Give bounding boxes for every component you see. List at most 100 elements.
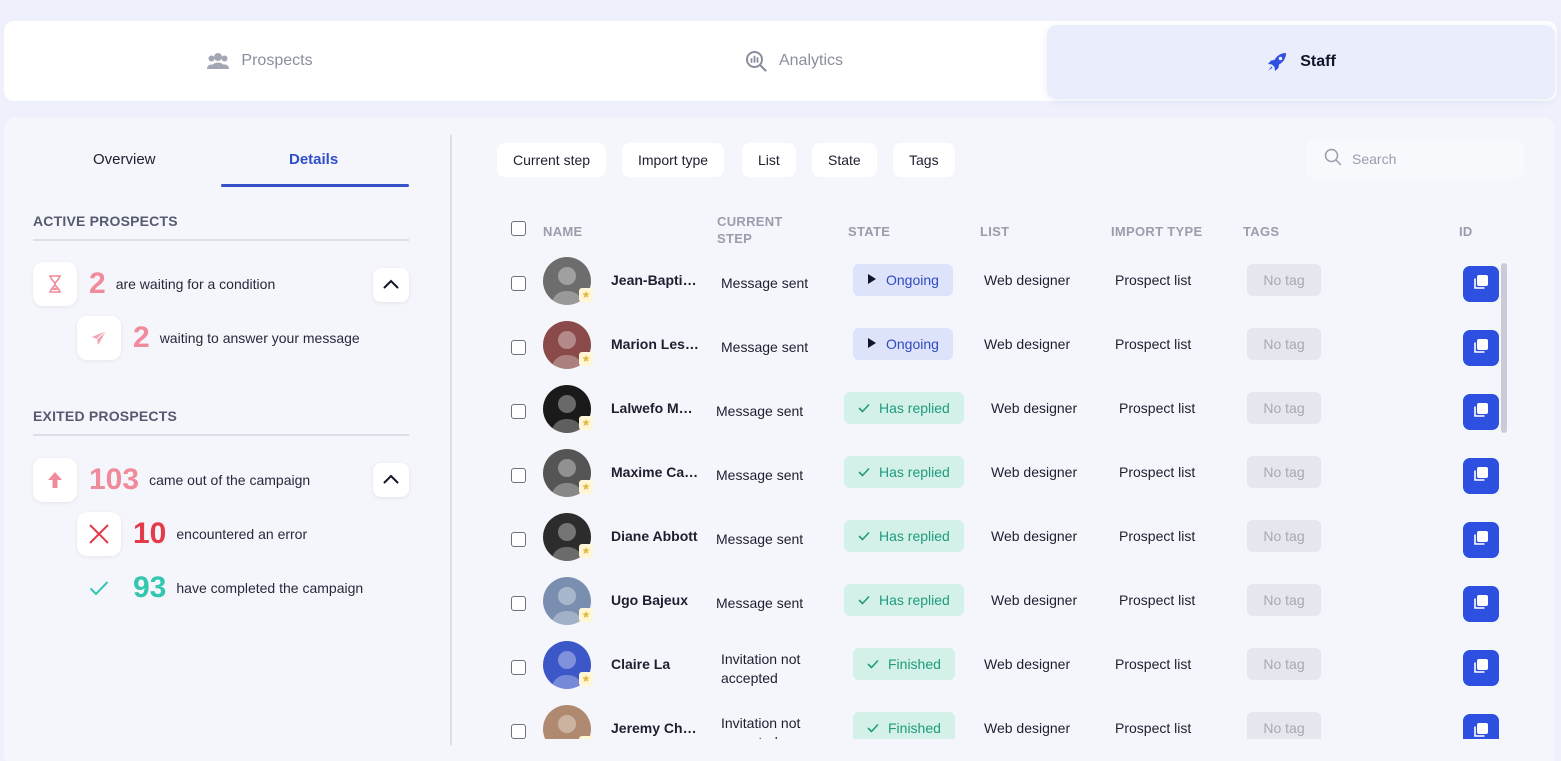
table-row[interactable]: ★ Lalwefo Mbeki Message sent Has replied… (500, 382, 1500, 446)
star-badge-icon: ★ (579, 544, 593, 558)
copy-icon (1473, 722, 1489, 740)
table-row[interactable]: ★ Jeremy Chevalier Invitation not accept… (500, 702, 1500, 739)
copy-icon (1473, 658, 1489, 679)
table-scrollbar-thumb[interactable] (1501, 263, 1507, 433)
play-icon (867, 272, 877, 288)
import-type: Prospect list (1115, 720, 1192, 736)
row-checkbox[interactable] (511, 660, 526, 675)
copy-id-button[interactable] (1463, 458, 1499, 494)
state-label: Has replied (879, 592, 950, 608)
state-label: Finished (888, 720, 941, 736)
check-icon (858, 400, 870, 416)
copy-id-button[interactable] (1463, 522, 1499, 558)
table-row[interactable]: ★ Diane Abbott Message sent Has replied … (500, 510, 1500, 574)
avatar (543, 705, 591, 739)
users-icon (207, 52, 230, 70)
list-name: Web designer (984, 720, 1071, 736)
list-name: Web designer (984, 336, 1071, 352)
state-label: Finished (888, 656, 941, 672)
table-body: ★ Jean-Baptiste Message sent Ongoing Web… (4, 117, 1555, 739)
import-type: Prospect list (1115, 656, 1192, 672)
rocket-icon (1266, 51, 1288, 73)
main-panel: Overview Details ACTIVE PROSPECTS 2 are … (4, 117, 1555, 761)
state-badge: Has replied (844, 456, 964, 488)
star-badge-icon: ★ (579, 288, 593, 302)
copy-id-button[interactable] (1463, 330, 1499, 366)
row-checkbox[interactable] (511, 404, 526, 419)
star-badge-icon: ★ (579, 480, 593, 494)
tab-prospects[interactable]: Prospects (4, 21, 516, 101)
star-badge-icon: ★ (579, 672, 593, 686)
copy-id-button[interactable] (1463, 266, 1499, 302)
tag-badge: No tag (1247, 520, 1321, 552)
row-checkbox[interactable] (511, 724, 526, 739)
prospect-name[interactable]: Claire La (611, 656, 701, 672)
tab-analytics-label: Analytics (778, 52, 844, 69)
tag-badge: No tag (1247, 712, 1321, 739)
tag-badge: No tag (1247, 648, 1321, 680)
tag-badge: No tag (1247, 584, 1321, 616)
star-badge-icon: ★ (579, 608, 593, 622)
state-label: Ongoing (886, 272, 939, 288)
list-name: Web designer (991, 592, 1078, 608)
table-row[interactable]: ★ Marion Lesage Message sent Ongoing Web… (500, 318, 1500, 382)
table-row[interactable]: ★ Maxime Caron Message sent Has replied … (500, 446, 1500, 510)
table-row[interactable]: ★ Jean-Baptiste Message sent Ongoing Web… (500, 254, 1500, 318)
copy-id-button[interactable] (1463, 650, 1499, 686)
copy-icon (1473, 530, 1489, 551)
copy-icon (1473, 594, 1489, 615)
tab-staff[interactable]: Staff (1047, 25, 1555, 99)
prospect-name[interactable]: Jean-Baptiste (611, 272, 701, 288)
check-icon (858, 528, 870, 544)
import-type: Prospect list (1119, 400, 1196, 416)
row-checkbox[interactable] (511, 468, 526, 483)
table-row[interactable]: ★ Claire La Invitation not accepted Fini… (500, 638, 1500, 702)
list-name: Web designer (991, 464, 1078, 480)
import-type: Prospect list (1115, 336, 1192, 352)
current-step: Message sent (721, 339, 809, 355)
state-badge: Finished (853, 712, 955, 739)
row-checkbox[interactable] (511, 340, 526, 355)
state-badge: Finished (853, 648, 955, 680)
prospect-name[interactable]: Jeremy Chevalier (611, 720, 701, 736)
copy-icon (1473, 466, 1489, 487)
copy-id-button[interactable] (1463, 714, 1499, 739)
check-icon (867, 720, 879, 736)
state-label: Has replied (879, 528, 950, 544)
tag-badge: No tag (1247, 456, 1321, 488)
tab-prospects-label: Prospects (241, 52, 313, 69)
star-badge-icon: ★ (579, 352, 593, 366)
prospect-name[interactable]: Ugo Bajeux (611, 592, 701, 608)
copy-id-button[interactable] (1463, 394, 1499, 430)
tab-staff-label: Staff (1300, 53, 1336, 70)
current-step: Message sent (716, 531, 804, 547)
import-type: Prospect list (1115, 272, 1192, 288)
import-type: Prospect list (1119, 464, 1196, 480)
state-label: Has replied (879, 464, 950, 480)
list-name: Web designer (991, 400, 1078, 416)
import-type: Prospect list (1119, 592, 1196, 608)
copy-icon (1473, 338, 1489, 359)
current-step: Message sent (716, 467, 804, 483)
check-icon (858, 592, 870, 608)
prospect-name[interactable]: Maxime Caron (611, 464, 701, 480)
star-badge-icon: ★ (579, 736, 593, 739)
table-row[interactable]: ★ Ugo Bajeux Message sent Has replied We… (500, 574, 1500, 638)
copy-id-button[interactable] (1463, 586, 1499, 622)
copy-icon (1473, 274, 1489, 295)
list-name: Web designer (984, 656, 1071, 672)
current-step: Invitation not accepted (721, 715, 801, 739)
state-badge: Has replied (844, 392, 964, 424)
current-step: Invitation not accepted (721, 651, 801, 686)
row-checkbox[interactable] (511, 596, 526, 611)
row-checkbox[interactable] (511, 532, 526, 547)
state-label: Ongoing (886, 336, 939, 352)
row-checkbox[interactable] (511, 276, 526, 291)
tag-badge: No tag (1247, 264, 1321, 296)
state-badge: Has replied (844, 520, 964, 552)
prospect-name[interactable]: Marion Lesage (611, 336, 701, 352)
prospect-name[interactable]: Lalwefo Mbeki (611, 400, 701, 416)
prospect-name[interactable]: Diane Abbott (611, 528, 701, 544)
tag-badge: No tag (1247, 328, 1321, 360)
tab-analytics[interactable]: Analytics (534, 21, 1054, 101)
